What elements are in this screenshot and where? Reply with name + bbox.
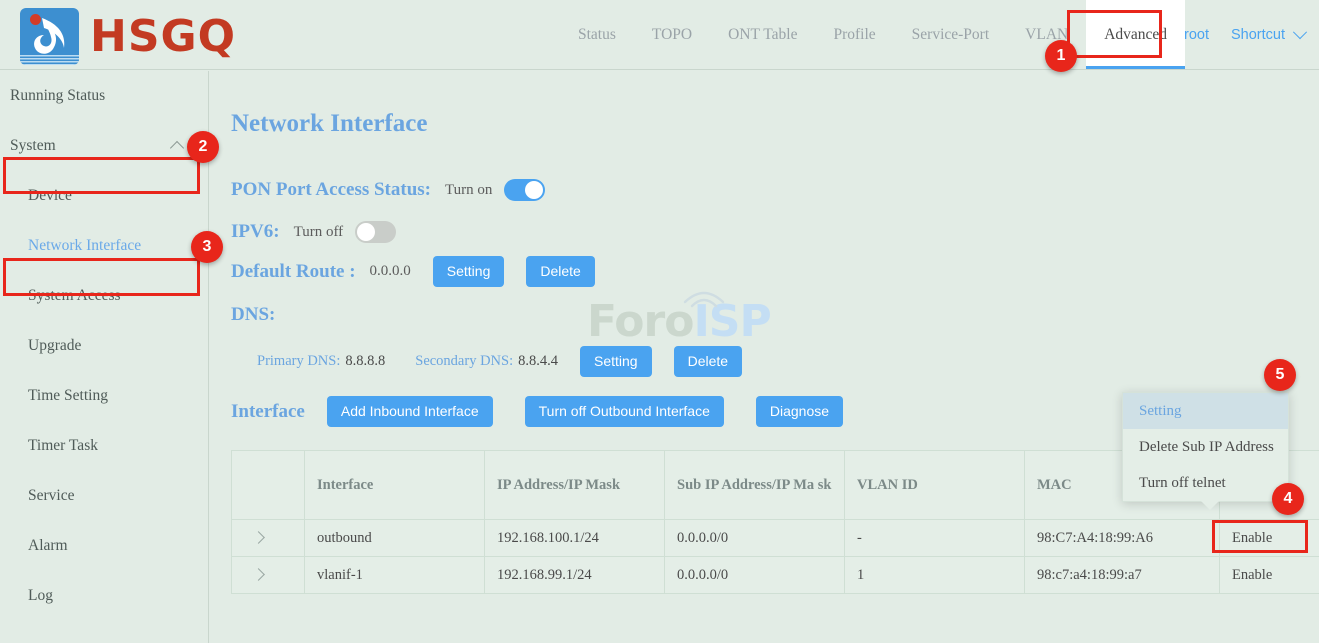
default-route-value: 0.0.0.0 [370,263,411,280]
row-expand-cell[interactable] [232,520,305,557]
annotation-box-system-menu [3,157,200,194]
sidebar-item-alarm[interactable]: Alarm [0,521,208,571]
shortcut-menu[interactable]: Shortcut [1231,27,1305,43]
cell-sub-ip-mask: 0.0.0.0/0 [665,520,845,557]
cell-mac: 98:c7:a4:18:99:a7 [1025,557,1220,594]
ipv6-toggle-switch[interactable] [355,221,396,243]
dropdown-item-setting[interactable]: Setting [1123,393,1288,429]
default-route-delete-button[interactable]: Delete [526,256,594,287]
dropdown-item-turn-off-telnet[interactable]: Turn off telnet [1123,465,1288,501]
default-route-row: Default Route : 0.0.0.0 Setting Delete [231,256,595,287]
annotation-badge-5: 5 [1264,359,1296,391]
pon-label: PON Port Access Status: [231,179,431,201]
annotation-box-advanced-tab [1067,10,1162,58]
table-row: vlanif-1 192.168.99.1/24 0.0.0.0/0 1 98:… [232,557,1319,594]
page-title: Network Interface [231,110,427,138]
interface-toolbar-row: Interface Add Inbound Interface Turn off… [231,396,843,427]
sidebar-item-label: System [10,137,56,155]
main-content: Network Interface PON Port Access Status… [209,71,1319,643]
table-header-vlan-id: VLAN ID [845,451,1025,520]
toggle-knob [525,181,543,199]
brand-logo[interactable]: HSGQ [20,8,236,65]
sidebar-item-upgrade[interactable]: Upgrade [0,321,208,371]
shortcut-label: Shortcut [1231,27,1285,43]
table-header-expand [232,451,305,520]
table-header-interface: Interface [305,451,485,520]
toggle-knob [357,223,375,241]
table-row: outbound 192.168.100.1/24 0.0.0.0/0 - 98… [232,520,1319,557]
dns-delete-button[interactable]: Delete [674,346,742,377]
row-expand-cell[interactable] [232,557,305,594]
annotation-badge-4: 4 [1272,483,1304,515]
header-divider [0,69,1319,70]
sidebar-item-log[interactable]: Log [0,571,208,621]
interface-heading: Interface [231,401,305,423]
sidebar-item-service[interactable]: Service [0,471,208,521]
pon-toggle-switch[interactable] [504,179,545,201]
default-route-label: Default Route : [231,261,356,283]
ipv6-state-text: Turn off [294,224,344,241]
user-area: root Shortcut [1184,0,1305,69]
dns-values-row: Primary DNS: 8.8.8.8 Secondary DNS: 8.8.… [231,346,742,377]
secondary-dns-label: Secondary DNS: [415,353,513,370]
secondary-dns-value: 8.8.4.4 [518,353,558,370]
row-action-dropdown-menu: Setting Delete Sub IP Address Turn off t… [1122,392,1289,502]
cell-telnet: Enable [1220,557,1319,594]
chevron-right-icon [252,531,265,544]
logo-stripes [20,55,79,65]
cell-vlan-id: 1 [845,557,1025,594]
sidebar-item-timer-task[interactable]: Timer Task [0,421,208,471]
cell-interface: vlanif-1 [305,557,485,594]
nav-item-topo[interactable]: TOPO [634,0,710,69]
default-route-setting-button[interactable]: Setting [433,256,505,287]
cell-ip-mask: 192.168.100.1/24 [485,520,665,557]
chevron-up-icon [170,141,184,155]
diagnose-button[interactable]: Diagnose [756,396,843,427]
primary-dns-value: 8.8.8.8 [345,353,385,370]
annotation-badge-1: 1 [1045,40,1077,72]
annotation-box-network-interface-menu [3,258,200,296]
pon-port-access-row: PON Port Access Status: Turn on [231,179,545,201]
pon-state-text: Turn on [445,182,492,199]
table-header-ip-mask: IP Address/IP Mask [485,451,665,520]
sidebar-item-time-setting[interactable]: Time Setting [0,371,208,421]
nav-item-profile[interactable]: Profile [815,0,893,69]
current-user[interactable]: root [1184,27,1209,43]
nav-item-service-port[interactable]: Service-Port [894,0,1007,69]
cell-mac: 98:C7:A4:18:99:A6 [1025,520,1220,557]
primary-dns-label: Primary DNS: [257,353,340,370]
dns-heading: DNS: [231,304,275,325]
cell-sub-ip-mask: 0.0.0.0/0 [665,557,845,594]
ipv6-row: IPV6: Turn off [231,221,396,243]
brand-name: HSGQ [90,15,236,59]
turn-off-outbound-interface-button[interactable]: Turn off Outbound Interface [525,396,724,427]
nav-item-ont-table[interactable]: ONT Table [710,0,815,69]
sidebar-item-running-status[interactable]: Running Status [0,71,208,121]
dns-setting-button[interactable]: Setting [580,346,652,377]
annotation-badge-3: 3 [191,231,223,263]
annotation-badge-2: 2 [187,131,219,163]
cell-ip-mask: 192.168.99.1/24 [485,557,665,594]
ipv6-label: IPV6: [231,221,280,243]
dropdown-arrow [1201,501,1219,510]
annotation-box-row-setting-link [1212,520,1308,553]
add-inbound-interface-button[interactable]: Add Inbound Interface [327,396,493,427]
table-header-sub-ip-mask: Sub IP Address/IP Ma sk [665,451,845,520]
hsgq-logo-icon [20,8,79,65]
cell-interface: outbound [305,520,485,557]
cell-vlan-id: - [845,520,1025,557]
dropdown-item-delete-sub-ip-address[interactable]: Delete Sub IP Address [1123,429,1288,465]
dns-heading-row: DNS: [231,304,275,326]
chevron-right-icon [252,568,265,581]
nav-item-status[interactable]: Status [560,0,634,69]
chevron-down-icon [1293,25,1307,39]
